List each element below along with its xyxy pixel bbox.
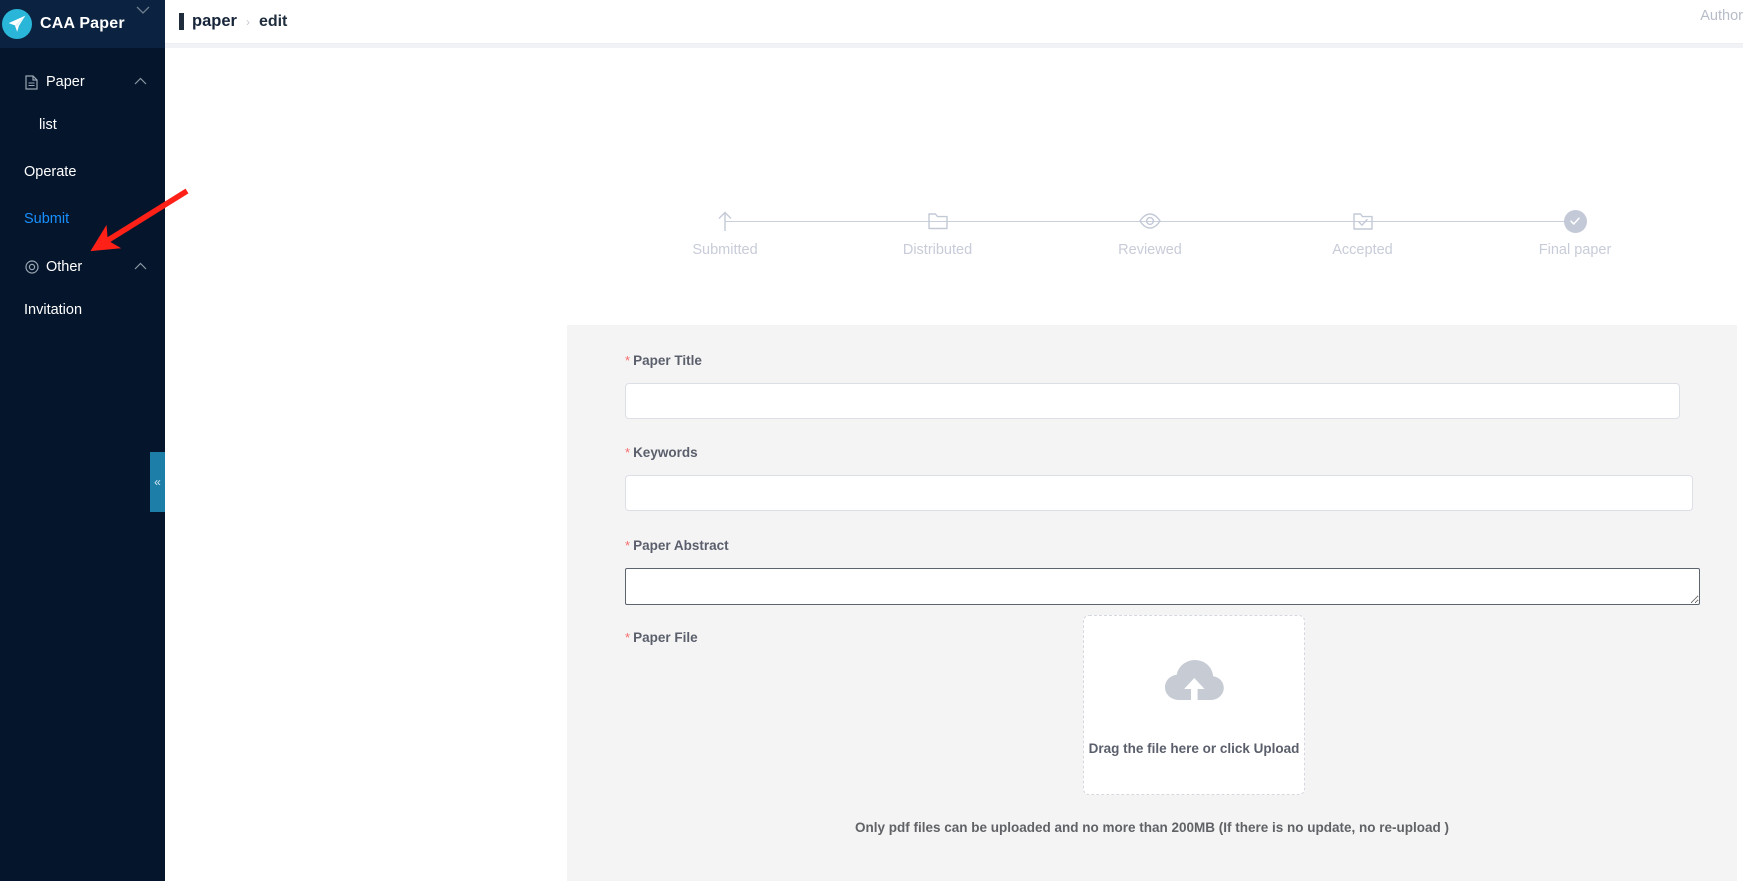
breadcrumb-current: paper <box>192 12 237 30</box>
step-connector <box>937 221 1150 222</box>
paper-file-label: * Paper File <box>625 630 698 645</box>
step-distributed-label: Distributed <box>902 242 973 258</box>
content-area: Submitted Distributed Reviewed Accepted … <box>165 48 1743 881</box>
keywords-label: * Keywords <box>625 445 698 460</box>
step-final-paper-label: Final paper <box>1538 242 1612 258</box>
chevron-down-icon[interactable] <box>136 6 150 18</box>
cloud-upload-icon <box>1162 656 1226 711</box>
sidebar-item-list[interactable]: list <box>0 101 165 148</box>
required-mark: * <box>625 353 631 368</box>
sidebar-group-paper-label: Paper <box>46 74 85 90</box>
circle-target-icon <box>24 260 39 274</box>
folder-check-icon <box>1352 208 1374 234</box>
user-menu[interactable]: Author <box>1700 8 1743 24</box>
paper-file-dropzone-text: Drag the file here or click Upload <box>1088 741 1300 756</box>
submission-form-card: * Paper Title * Keywords * Paper Abstrac… <box>567 325 1737 881</box>
paper-abstract-label: * Paper Abstract <box>625 538 729 553</box>
field-keywords: * Keywords <box>625 445 1693 511</box>
check-circle-filled-icon <box>1563 208 1587 234</box>
double-chevron-left-icon: « <box>154 475 161 489</box>
sidebar-item-invitation[interactable]: Invitation <box>0 286 165 333</box>
sidebar: CAA Paper Paper list Operate Submit Othe… <box>0 0 165 881</box>
field-paper-file: * Paper File <box>625 630 698 645</box>
folder-icon <box>927 208 949 234</box>
field-paper-title: * Paper Title <box>625 353 1680 419</box>
step-connector <box>1362 221 1575 222</box>
main-area: paper › edit Author Submitted Distribute… <box>165 0 1743 881</box>
chevron-up-icon[interactable] <box>134 77 147 88</box>
sidebar-item-submit-label: Submit <box>24 210 70 227</box>
document-icon <box>24 74 39 90</box>
sidebar-menu: Paper list Operate Submit Other Invitati… <box>0 48 165 333</box>
sidebar-item-operate-label: Operate <box>24 163 77 180</box>
sidebar-item-invitation-label: Invitation <box>24 301 83 318</box>
sidebar-item-list-label: list <box>39 116 57 133</box>
chevron-up-icon[interactable] <box>134 262 147 273</box>
required-mark: * <box>625 630 631 645</box>
eye-icon <box>1138 208 1162 234</box>
breadcrumb-separator: › <box>245 14 250 29</box>
sidebar-item-submit[interactable]: Submit <box>0 195 165 242</box>
app-root: CAA Paper Paper list Operate Submit Othe… <box>0 0 1743 881</box>
paper-abstract-textarea[interactable] <box>625 568 1700 605</box>
top-header: paper › edit Author <box>165 0 1743 43</box>
sidebar-logo-text: CAA Paper <box>40 15 125 32</box>
progress-steps: Submitted Distributed Reviewed Accepted … <box>692 208 1611 258</box>
step-reviewed-label: Reviewed <box>1118 242 1182 258</box>
sidebar-group-paper[interactable]: Paper <box>0 63 165 101</box>
sidebar-item-operate[interactable]: Operate <box>0 148 165 195</box>
step-submitted-label: Submitted <box>692 242 758 258</box>
paper-plane-icon <box>2 9 32 39</box>
paper-title-input[interactable] <box>625 383 1680 419</box>
paper-file-hint: Only pdf files can be uploaded and no mo… <box>854 820 1450 835</box>
step-connector <box>725 221 938 222</box>
step-accepted-label: Accepted <box>1332 242 1393 258</box>
breadcrumb-accent-bar <box>179 13 184 30</box>
breadcrumb-tail: edit <box>258 12 288 30</box>
keywords-input[interactable] <box>625 475 1693 511</box>
step-connector <box>1150 221 1363 222</box>
paper-title-label: * Paper Title <box>625 353 702 368</box>
required-mark: * <box>625 445 631 460</box>
required-mark: * <box>625 538 631 553</box>
field-paper-abstract: * Paper Abstract <box>625 538 1700 610</box>
sidebar-collapse-handle[interactable]: « <box>150 452 165 512</box>
sidebar-group-other-label: Other <box>46 259 83 275</box>
paper-file-dropzone[interactable]: Drag the file here or click Upload <box>1083 615 1305 795</box>
arrow-up-icon <box>715 208 735 234</box>
sidebar-group-other[interactable]: Other <box>0 248 165 286</box>
sidebar-logo[interactable]: CAA Paper <box>0 0 165 48</box>
